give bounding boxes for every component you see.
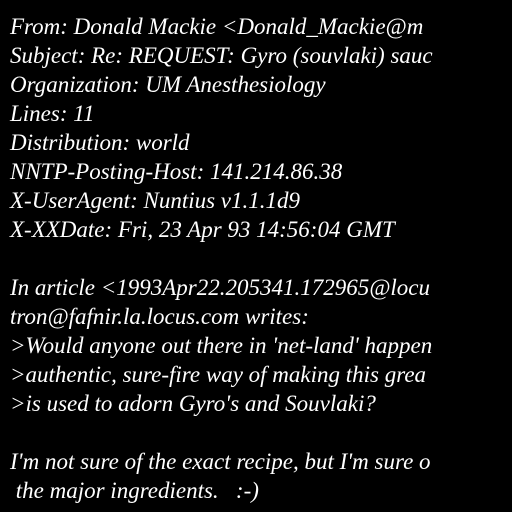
header-x-xxdate: X-XXDate: Fri, 23 Apr 93 14:56:04 GMT — [10, 217, 395, 242]
document-page: From: Donald Mackie <Donald_Mackie@m Sub… — [0, 0, 512, 512]
header-from: From: Donald Mackie <Donald_Mackie@m — [10, 14, 424, 39]
body-line-attribution: In article <1993Apr22.205341.172965@locu — [10, 275, 430, 300]
quoted-line: >is used to adorn Gyro's and Souvlaki? — [10, 391, 376, 416]
header-nntp-posting-host: NNTP-Posting-Host: 141.214.86.38 — [10, 159, 343, 184]
body-line: I'm not sure of the exact recipe, but I'… — [10, 449, 431, 474]
header-lines: Lines: 11 — [10, 101, 95, 126]
header-organization: Organization: UM Anesthesiology — [10, 72, 326, 97]
header-distribution: Distribution: world — [10, 130, 190, 155]
header-x-useragent: X-UserAgent: Nuntius v1.1.1d9 — [10, 188, 301, 213]
body-line-attribution-cont: tron@fafnir.la.locus.com writes: — [10, 304, 309, 329]
body-line: the major ingredients. :-) — [10, 478, 259, 503]
quoted-line: >Would anyone out there in 'net-land' ha… — [10, 333, 433, 358]
header-subject: Subject: Re: REQUEST: Gyro (souvlaki) sa… — [10, 43, 433, 68]
quoted-line: >authentic, sure-fire way of making this… — [10, 362, 427, 387]
